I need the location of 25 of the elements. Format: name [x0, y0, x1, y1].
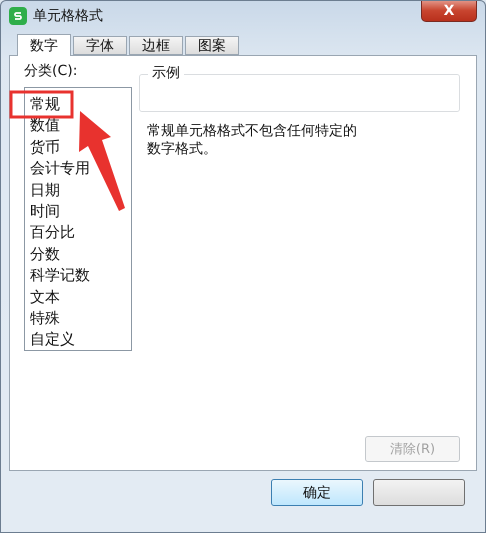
category-item[interactable]: 特殊 — [29, 308, 60, 328]
category-item[interactable]: 数值 — [29, 115, 60, 136]
tab[interactable]: 数字 — [17, 34, 71, 56]
category-item[interactable]: 会计专用 — [29, 158, 90, 178]
category-item[interactable]: 常规 — [29, 94, 60, 114]
ok-button[interactable]: 确定 — [271, 479, 363, 506]
highlight-frame — [10, 90, 74, 118]
category-item[interactable]: 货币 — [29, 136, 60, 157]
category-item[interactable]: 自定义 — [29, 329, 75, 350]
category-item[interactable]: 百分比 — [29, 222, 75, 242]
category-item[interactable]: 科学记数 — [29, 265, 90, 286]
tab[interactable]: 图案 — [185, 36, 239, 55]
category-item[interactable]: 文本 — [29, 286, 60, 307]
tab[interactable]: 字体 — [73, 36, 127, 55]
dialog-button[interactable] — [373, 479, 465, 506]
category-item[interactable]: 时间 — [29, 200, 60, 221]
category-item[interactable]: 日期 — [29, 180, 60, 200]
tab[interactable]: 边框 — [129, 36, 183, 55]
sample-legend: 示例 — [148, 64, 184, 82]
category-item[interactable]: 分数 — [29, 244, 60, 264]
close-button[interactable]: X — [421, 1, 477, 22]
format-description: 常规单元格格式不包含任何特定的数字格式。 — [147, 122, 358, 158]
category-label: 分类(C): — [24, 62, 78, 81]
window-title: 单元格格式 — [33, 7, 104, 25]
spreadsheet-app-icon — [9, 7, 27, 25]
